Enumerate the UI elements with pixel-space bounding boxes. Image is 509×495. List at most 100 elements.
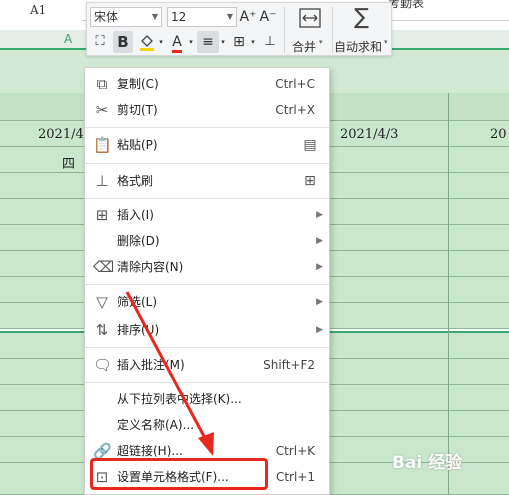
menu-item-clear-contents[interactable]: ⌫ 清除内容(N) ▶ [85, 254, 329, 280]
menu-item-label: 插入(I) [117, 208, 154, 222]
select-area-icon: ⛶ [95, 34, 105, 49]
font-name-value: 宋体 [94, 10, 119, 24]
submenu-arrow-icon: ▶ [316, 210, 323, 220]
watermark: Bai 经验 [392, 453, 463, 473]
menu-item-shortcut: Ctrl+X [275, 103, 315, 117]
filter-icon: ▽ [96, 293, 108, 311]
sigma-icon: ∑ [354, 5, 369, 30]
menu-separator [85, 347, 329, 348]
font-color-dropdown[interactable]: ▾ [187, 31, 195, 53]
menu-item-label: 粘贴(P) [117, 138, 158, 152]
chevron-down-icon: ▾ [384, 38, 388, 46]
menu-item-label: 插入批注(M) [117, 358, 185, 372]
autosum-label: 自动求和 [334, 40, 383, 54]
copy-icon: ⧉ [96, 75, 108, 93]
menu-separator [85, 163, 329, 164]
menu-separator [85, 284, 329, 285]
menu-item-copy[interactable]: ⧉ 复制(C) Ctrl+C [85, 71, 329, 97]
comment-icon: 🗨 [93, 356, 113, 374]
merge-button[interactable]: 合并 ▾ [289, 5, 329, 55]
shrink-font-icon: A⁻ [259, 9, 277, 25]
menu-item-label: 定义名称(A)... [117, 418, 195, 432]
menu-item-pick-from-list[interactable]: 从下拉列表中选择(K)... [85, 386, 329, 412]
menu-item-label: 筛选(L) [117, 295, 158, 309]
menu-item-delete[interactable]: 删除(D) ▶ [85, 228, 329, 254]
format-painter-icon: ⊥ [95, 172, 109, 190]
name-box[interactable]: A1 [0, 0, 82, 20]
submenu-arrow-icon: ▶ [316, 262, 323, 272]
menu-item-label: 排序(U) [117, 323, 160, 337]
font-size-dropdown[interactable]: 12 ▼ [167, 7, 237, 27]
column-header-a[interactable]: A [64, 30, 80, 48]
align-center-icon: ≡ [202, 34, 214, 50]
bold-icon: B [117, 33, 129, 51]
toolbar-divider [284, 7, 285, 53]
select-area-button[interactable]: ⛶ [90, 31, 110, 53]
format-painter-icon: ⊥ [264, 34, 276, 49]
borders-icon: ⊞ [233, 34, 245, 50]
grow-font-icon: A⁺ [239, 9, 257, 25]
menu-item-insert[interactable]: ⊞ 插入(I) ▶ [85, 202, 329, 228]
menu-item-insert-comment[interactable]: 🗨 插入批注(M) Shift+F2 [85, 352, 329, 378]
chevron-down-icon: ▼ [151, 12, 158, 21]
menu-item-format-painter[interactable]: ⊥ 格式刷 ⊞ [85, 168, 329, 194]
menu-item-label: 复制(C) [117, 77, 159, 91]
sort-icon: ⇅ [95, 321, 109, 339]
submenu-arrow-icon: ▶ [316, 236, 323, 246]
fill-bucket-icon [140, 35, 154, 51]
chevron-down-icon: ▼ [226, 12, 233, 21]
menu-item-label: 剪切(T) [117, 103, 158, 117]
column-gridline [448, 93, 449, 495]
fill-color-button[interactable] [137, 31, 157, 53]
formula-text: 考勤表 [388, 0, 425, 10]
borders-button[interactable]: ⊞ [229, 31, 249, 53]
menu-item-label: 格式刷 [117, 174, 154, 188]
menu-separator [85, 198, 329, 199]
menu-item-shortcut: Ctrl+K [275, 444, 315, 458]
format-painter-button[interactable]: ⊥ [260, 31, 280, 53]
submenu-arrow-icon: ▶ [316, 325, 323, 335]
autosum-button[interactable]: ∑ 自动求和 ▾ [334, 5, 392, 55]
highlight-box [90, 458, 268, 490]
paste-options-icon[interactable]: ▤ [301, 136, 319, 154]
cell-date-right[interactable]: 20 [490, 127, 507, 142]
bold-button[interactable]: B [113, 31, 133, 53]
font-size-value: 12 [171, 10, 187, 24]
menu-item-shortcut: Ctrl+C [275, 77, 315, 91]
menu-item-label: 删除(D) [117, 234, 160, 248]
menu-item-label: 清除内容(N) [117, 260, 184, 274]
shrink-font-button[interactable]: A⁻ [259, 6, 277, 28]
align-dropdown[interactable]: ▾ [219, 31, 227, 53]
font-color-button[interactable]: A [167, 31, 187, 53]
merge-cells-icon [299, 8, 321, 28]
cell-date-left[interactable]: 2021/4/ [38, 127, 88, 142]
grow-font-button[interactable]: A⁺ [239, 6, 257, 28]
menu-item-filter[interactable]: ▽ 筛选(L) ▶ [85, 289, 329, 315]
paste-icon: 📋 [93, 136, 112, 154]
menu-item-define-name[interactable]: 定义名称(A)... [85, 412, 329, 438]
menu-item-shortcut: Shift+F2 [263, 358, 315, 372]
insert-icon: ⊞ [95, 206, 109, 224]
font-color-icon: A [172, 34, 182, 53]
menu-item-sort[interactable]: ⇅ 排序(U) ▶ [85, 317, 329, 343]
scissors-icon: ✂ [95, 101, 109, 119]
submenu-arrow-icon: ▶ [316, 297, 323, 307]
align-button[interactable]: ≡ [197, 31, 219, 53]
chevron-down-icon: ▾ [319, 38, 323, 46]
merge-label: 合并 [292, 40, 317, 54]
cell-date-mid[interactable]: 2021/4/3 [340, 127, 398, 142]
cell-weekday-left[interactable]: 四 [62, 153, 75, 172]
menu-item-paste[interactable]: 📋 粘贴(P) ▤ [85, 132, 329, 158]
menu-item-label: 从下拉列表中选择(K)... [117, 392, 242, 406]
menu-separator [85, 382, 329, 383]
menu-item-shortcut: Ctrl+1 [275, 470, 315, 484]
font-name-dropdown[interactable]: 宋体 ▼ [90, 7, 162, 27]
eraser-icon: ⌫ [93, 258, 115, 276]
borders-dropdown[interactable]: ▾ [249, 31, 257, 53]
floating-format-toolbar: 宋体 ▼ 12 ▼ A⁺ A⁻ ⛶ B ▾ A ▾ ≡ ▾ ⊞ ▾ ⊥ 合并 ▾… [86, 2, 392, 56]
format-painter-options-icon[interactable]: ⊞ [301, 172, 319, 190]
context-menu: ⧉ 复制(C) Ctrl+C ✂ 剪切(T) Ctrl+X 📋 粘贴(P) ▤ … [84, 67, 330, 495]
menu-separator [85, 127, 329, 128]
menu-item-cut[interactable]: ✂ 剪切(T) Ctrl+X [85, 97, 329, 123]
fill-color-dropdown[interactable]: ▾ [157, 31, 165, 53]
